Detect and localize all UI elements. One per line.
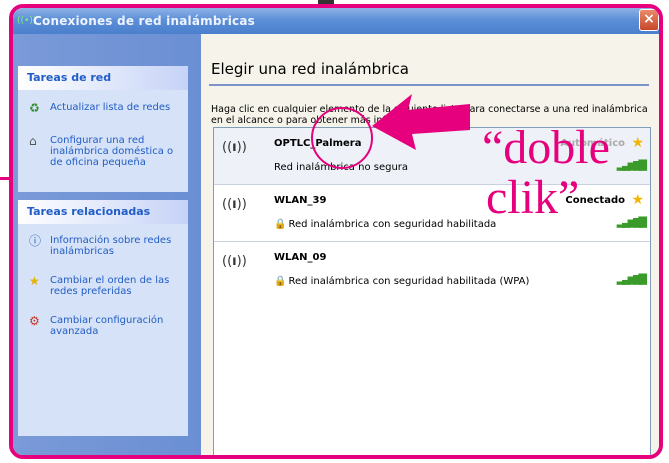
signal-strength-icon: ▂▃▅▆▇ bbox=[616, 158, 647, 171]
annotation-circle bbox=[311, 107, 373, 169]
lock-icon: 🔒 bbox=[274, 276, 287, 287]
refresh-icon: ♻ bbox=[29, 101, 40, 115]
annotation-text-line1: “doble bbox=[482, 121, 610, 174]
change-order-label: Cambiar el orden de las redes preferidas bbox=[50, 275, 170, 297]
network-list[interactable]: ((ı)) OPTLC_Palmera Red inalámbrica no s… bbox=[213, 127, 651, 455]
signal-strength-icon: ▂▃▅▆▇ bbox=[616, 215, 647, 228]
setup-network-link[interactable]: ⌂ Configurar una red inalámbrica domésti… bbox=[18, 135, 188, 168]
network-name: WLAN_09 bbox=[274, 252, 327, 263]
network-item[interactable]: ((ı)) WLAN_09 🔒 Red inalámbrica con segur… bbox=[214, 242, 650, 298]
preferred-star-icon: ★ bbox=[631, 135, 644, 151]
network-tasks-panel: Tareas de red ♻ Actualizar lista de rede… bbox=[18, 66, 188, 192]
sidebar: Tareas de red ♻ Actualizar lista de rede… bbox=[13, 34, 201, 455]
window-frame: ((•)) Conexiones de red inalámbricas × T… bbox=[9, 4, 663, 459]
change-order-link[interactable]: ★ Cambiar el orden de las redes preferid… bbox=[18, 275, 188, 297]
title-bar: ((•)) Conexiones de red inalámbricas × bbox=[13, 8, 659, 34]
annotation-text-line2: clik” bbox=[486, 171, 580, 224]
advanced-settings-label: Cambiar configuración avanzada bbox=[50, 315, 164, 337]
page-title: Elegir una red inalámbrica bbox=[211, 60, 409, 78]
network-security-row: 🔒 Red inalámbrica con seguridad habilitad… bbox=[274, 276, 529, 287]
refresh-networks-label: Actualizar lista de redes bbox=[50, 102, 171, 113]
info-wireless-link[interactable]: ⓘ Información sobre redes inalámbricas bbox=[18, 235, 188, 257]
network-tasks-header: Tareas de red bbox=[18, 66, 188, 90]
setup-network-label: Configurar una red inalámbrica doméstica… bbox=[50, 135, 174, 168]
network-name: WLAN_39 bbox=[274, 195, 327, 206]
home-network-icon: ⌂ bbox=[29, 134, 37, 148]
advanced-settings-link[interactable]: ⚙ Cambiar configuración avanzada bbox=[18, 315, 188, 337]
lock-icon: 🔒 bbox=[274, 219, 287, 230]
close-button[interactable]: × bbox=[639, 9, 659, 31]
wireless-network-icon: ((ı)) bbox=[222, 140, 247, 155]
network-security-row: 🔒 Red inalámbrica con seguridad habilitad… bbox=[274, 219, 496, 230]
network-security: Red inalámbrica con seguridad habilitada bbox=[288, 219, 497, 230]
window-title: Conexiones de red inalámbricas bbox=[33, 14, 256, 28]
info-icon: ⓘ bbox=[29, 234, 42, 248]
network-security: Red inalámbrica con seguridad habilitada… bbox=[288, 276, 530, 287]
preferred-star-icon: ★ bbox=[631, 192, 644, 208]
refresh-networks-link[interactable]: ♻ Actualizar lista de redes bbox=[18, 101, 188, 115]
star-icon: ★ bbox=[29, 274, 40, 288]
wireless-icon: ((•)) bbox=[17, 16, 37, 26]
info-wireless-label: Información sobre redes inalámbricas bbox=[50, 235, 172, 257]
related-tasks-panel: Tareas relacionadas ⓘ Información sobre … bbox=[18, 200, 188, 436]
wireless-network-icon: ((ı)) bbox=[222, 254, 247, 269]
signal-strength-icon: ▂▃▅▆▇ bbox=[616, 272, 647, 285]
annotation-arrow-icon bbox=[372, 94, 470, 150]
network-item[interactable]: ((ı)) WLAN_39 🔒 Red inalámbrica con segur… bbox=[214, 185, 650, 242]
wireless-network-icon: ((ı)) bbox=[222, 197, 247, 212]
related-tasks-header: Tareas relacionadas bbox=[18, 200, 188, 224]
settings-icon: ⚙ bbox=[29, 314, 40, 328]
